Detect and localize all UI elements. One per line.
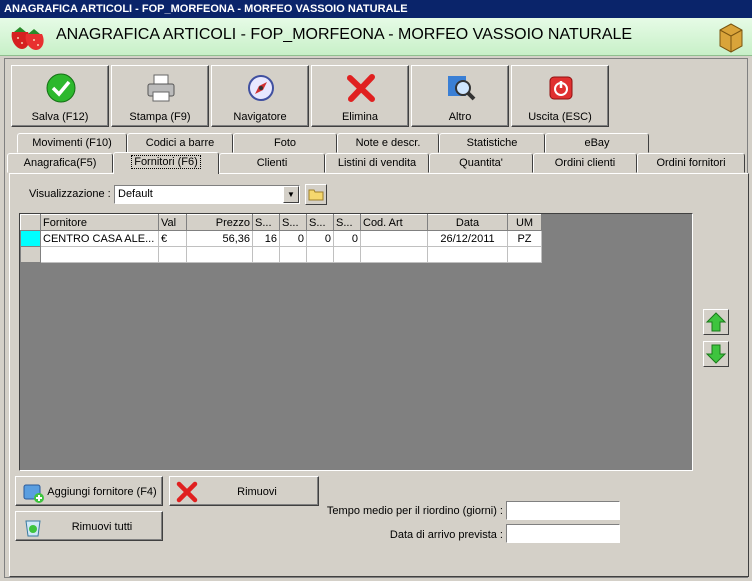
cell-s3[interactable]: 0	[306, 230, 334, 247]
cell-s2[interactable]: 0	[279, 230, 307, 247]
tab-fornitori-label: Fornitori (F6)	[131, 155, 201, 169]
suppliers-table: Fornitore Val Prezzo S... S... S... S...…	[20, 214, 542, 263]
col-header-val[interactable]: Val	[158, 214, 187, 231]
exit-button-label: Uscita (ESC)	[528, 111, 592, 123]
tab-ebay[interactable]: eBay	[545, 133, 649, 153]
window-title: ANAGRAFICA ARTICOLI - FOP_MORFEONA - MOR…	[0, 0, 752, 18]
col-header-s1[interactable]: S...	[252, 214, 280, 231]
remove-button[interactable]: Rimuovi	[169, 476, 319, 506]
table-header-row: Fornitore Val Prezzo S... S... S... S...…	[20, 214, 542, 231]
delete-x-icon	[347, 74, 375, 102]
cell-empty[interactable]	[306, 246, 334, 263]
cell-val[interactable]: €	[158, 230, 187, 247]
col-header-s3[interactable]: S...	[306, 214, 334, 231]
tab-foto[interactable]: Foto	[233, 133, 337, 153]
power-icon	[549, 76, 573, 100]
add-supplier-button[interactable]: Aggiungi fornitore (F4)	[15, 476, 163, 506]
main-frame: Salva (F12) Stampa (F9) Navigatore Elimi…	[4, 58, 749, 578]
delete-button-label: Elimina	[341, 111, 379, 123]
compass-icon	[248, 75, 274, 101]
tab-movimenti[interactable]: Movimenti (F10)	[17, 133, 127, 153]
col-header-um[interactable]: UM	[507, 214, 542, 231]
box-icon	[719, 23, 743, 53]
col-header-prezzo[interactable]: Prezzo	[186, 214, 253, 231]
visualization-select[interactable]: Default ▼	[114, 185, 300, 204]
cell-prezzo[interactable]: 56,36	[186, 230, 253, 247]
col-header-s4[interactable]: S...	[333, 214, 361, 231]
cell-empty[interactable]	[40, 246, 159, 263]
row-indicator-header	[20, 214, 41, 231]
col-header-fornitore[interactable]: Fornitore	[40, 214, 159, 231]
print-button[interactable]: Stampa (F9)	[111, 65, 209, 127]
cell-cod-art[interactable]	[360, 230, 428, 247]
cell-empty[interactable]	[252, 246, 280, 263]
folder-button[interactable]	[305, 184, 327, 205]
cell-um[interactable]: PZ	[507, 230, 542, 247]
cell-data[interactable]: 26/12/2011	[427, 230, 508, 247]
page-title: ANAGRAFICA ARTICOLI - FOP_MORFEONA - MOR…	[56, 26, 633, 43]
arrow-up-icon	[705, 312, 727, 332]
cell-s4[interactable]: 0	[333, 230, 361, 247]
arrow-down-icon	[705, 344, 727, 364]
tab-fornitori[interactable]: Fornitori (F6)	[113, 152, 219, 174]
cell-s1[interactable]: 16	[252, 230, 280, 247]
cell-empty[interactable]	[186, 246, 253, 263]
remove-all-label: Rimuovi tutti	[71, 521, 133, 533]
cell-empty[interactable]	[360, 246, 428, 263]
tab-codici-barre[interactable]: Codici a barre	[127, 133, 233, 153]
tab-ordini-fornitori[interactable]: Ordini fornitori	[637, 153, 745, 173]
tab-clienti[interactable]: Clienti	[219, 153, 325, 173]
tab-statistiche[interactable]: Statistiche	[439, 133, 545, 153]
visualization-value: Default	[118, 188, 153, 200]
navigator-button-label: Navigatore	[233, 111, 287, 123]
cell-empty[interactable]	[427, 246, 508, 263]
cell-empty[interactable]	[279, 246, 307, 263]
tab-ordini-clienti[interactable]: Ordini clienti	[533, 153, 637, 173]
col-header-cod-art[interactable]: Cod. Art	[360, 214, 428, 231]
remove-label: Rimuovi	[237, 486, 277, 498]
navigator-button[interactable]: Navigatore	[211, 65, 309, 127]
header-bar: ANAGRAFICA ARTICOLI - FOP_MORFEONA - MOR…	[0, 18, 752, 56]
cell-empty[interactable]	[158, 246, 187, 263]
cell-fornitore[interactable]: CENTRO CASA ALE...	[40, 230, 159, 247]
move-down-button[interactable]	[703, 341, 729, 367]
print-button-label: Stampa (F9)	[129, 111, 191, 123]
tab-listini-vendita[interactable]: Listini di vendita	[325, 153, 429, 173]
avg-time-label: Tempo medio per il riordino (giorni) :	[326, 505, 503, 517]
add-supplier-icon	[23, 484, 44, 503]
suppliers-grid[interactable]: Fornitore Val Prezzo S... S... S... S...…	[19, 213, 693, 471]
move-up-button[interactable]	[703, 309, 729, 335]
col-header-data[interactable]: Data	[427, 214, 508, 231]
visualization-label: Visualizzazione :	[29, 188, 111, 200]
row-indicator[interactable]	[20, 230, 41, 247]
tab-anagrafica[interactable]: Anagrafica(F5)	[7, 153, 113, 173]
remove-x-icon	[176, 481, 198, 503]
table-row-empty[interactable]	[20, 246, 542, 263]
checkmark-icon	[46, 73, 76, 103]
magnifier-icon	[448, 76, 476, 101]
remove-all-button[interactable]: Rimuovi tutti	[15, 511, 163, 541]
chevron-down-icon[interactable]: ▼	[283, 186, 299, 203]
other-button-label: Altro	[448, 111, 472, 123]
tab-note-descr[interactable]: Note e descr.	[337, 133, 439, 153]
printer-icon	[147, 74, 175, 102]
folder-icon	[308, 189, 324, 201]
save-button-label: Salva (F12)	[31, 111, 89, 123]
other-button[interactable]: Altro	[411, 65, 509, 127]
exit-button[interactable]: Uscita (ESC)	[511, 65, 609, 127]
row-indicator[interactable]	[20, 246, 41, 263]
delete-button[interactable]: Elimina	[311, 65, 409, 127]
arrival-date-input[interactable]	[506, 524, 620, 543]
save-button[interactable]: Salva (F12)	[11, 65, 109, 127]
add-supplier-label: Aggiungi fornitore (F4)	[47, 486, 157, 498]
table-row[interactable]: CENTRO CASA ALE... € 56,36 16 0 0 0 26/1…	[20, 230, 542, 247]
trash-icon	[25, 520, 41, 537]
col-header-s2[interactable]: S...	[279, 214, 307, 231]
cell-empty[interactable]	[333, 246, 361, 263]
avg-time-input[interactable]	[506, 501, 620, 520]
tab-quantita[interactable]: Quantita'	[429, 153, 533, 173]
strawberry-logo-icon	[11, 27, 44, 50]
arrival-date-label: Data di arrivo prevista :	[389, 529, 503, 541]
cell-empty[interactable]	[507, 246, 542, 263]
